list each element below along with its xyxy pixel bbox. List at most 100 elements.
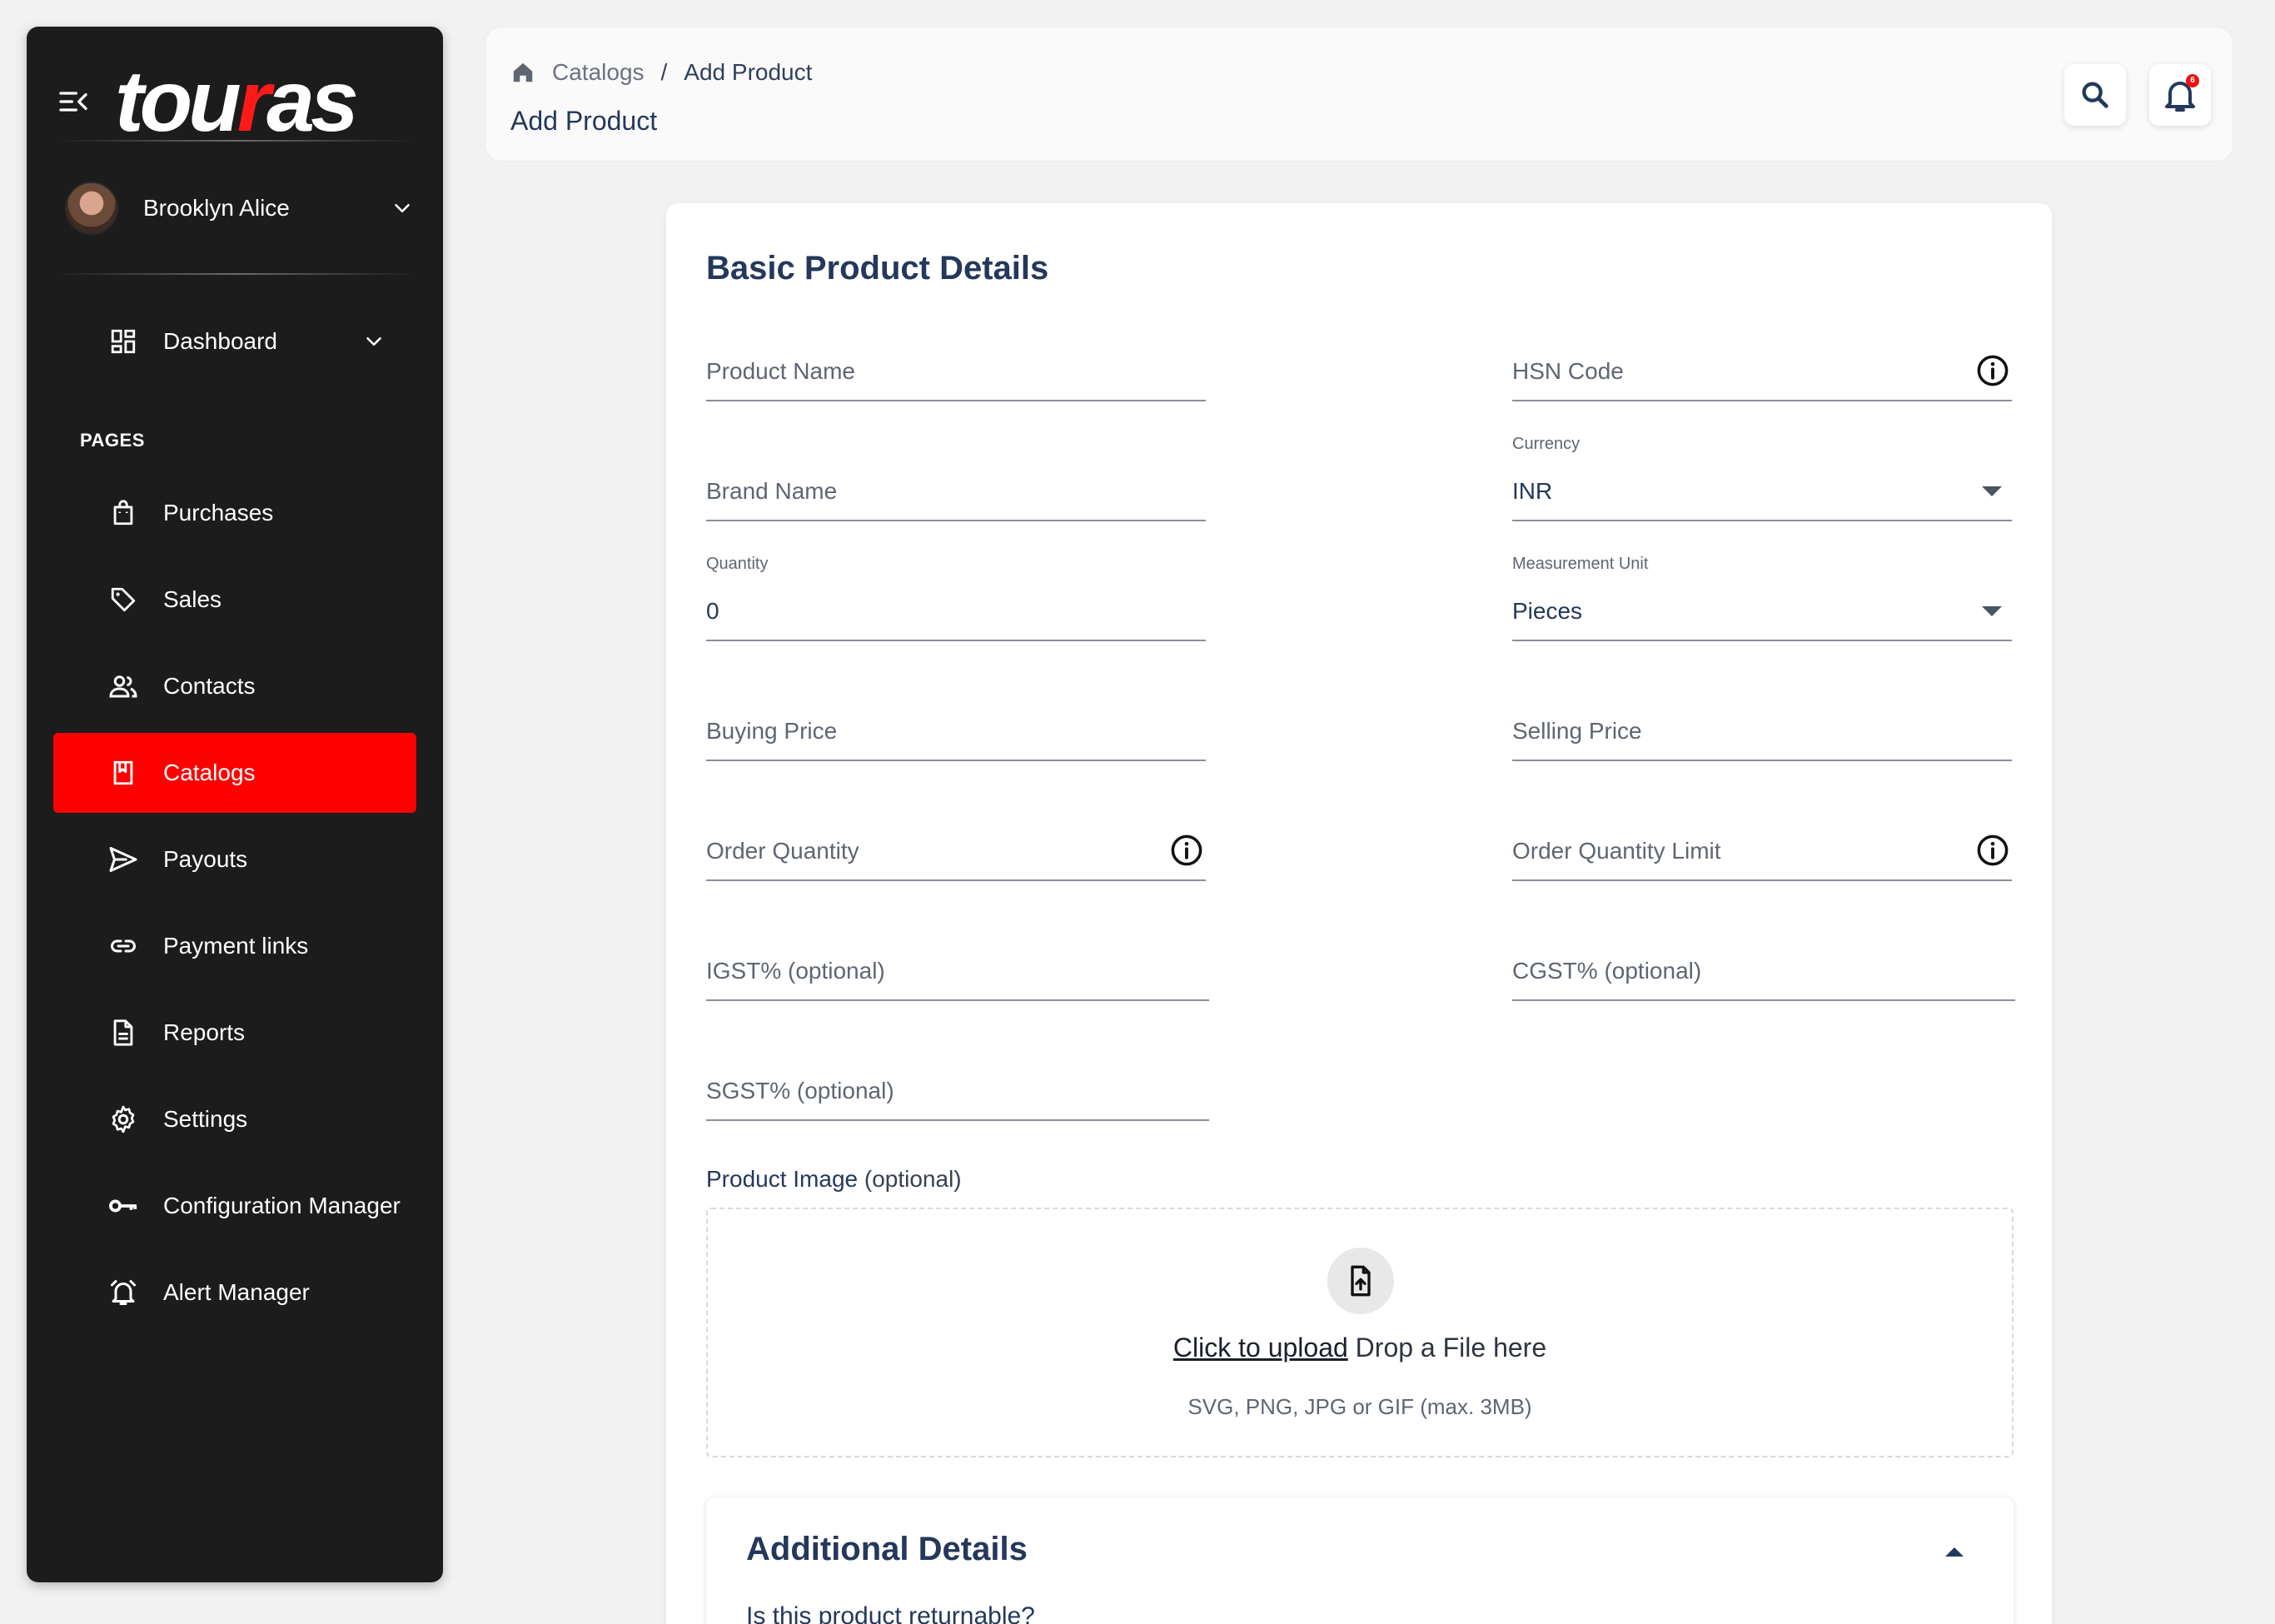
page-title: Add Product	[510, 106, 658, 136]
search-icon	[2082, 82, 2108, 108]
currency-select[interactable]: Currency INR	[1512, 435, 2012, 521]
user-menu[interactable]: Brooklyn Alice	[65, 180, 415, 237]
collapse-caret-icon[interactable]	[1945, 1547, 1964, 1557]
sidebar-item-label: Purchases	[163, 500, 274, 526]
product-name-field[interactable]: Product Name	[706, 351, 1206, 401]
sidebar-divider	[57, 140, 415, 142]
brand-logo[interactable]: touras	[115, 58, 359, 145]
selling-price-placeholder: Selling Price	[1512, 718, 1642, 744]
file-format-hint: SVG, PNG, JPG or GIF (max. 3MB)	[1187, 1394, 1532, 1419]
sidebar-item-settings[interactable]: Settings	[53, 1079, 416, 1159]
additional-details-title: Additional Details	[746, 1531, 1028, 1567]
order-quantity-placeholder: Order Quantity	[706, 838, 859, 864]
currency-value: INR	[1512, 478, 1553, 504]
order-quantity-limit-field[interactable]: Order Quantity Limit	[1512, 831, 2012, 881]
sidebar-item-payouts[interactable]: Payouts	[53, 819, 416, 899]
info-icon[interactable]	[1975, 833, 2010, 868]
breadcrumb-link-catalogs[interactable]: Catalogs	[552, 59, 645, 86]
page-header: Catalogs / Add Product Add Product 6	[485, 27, 2233, 162]
key-icon	[107, 1189, 140, 1223]
sidebar-item-catalogs[interactable]: Catalogs	[53, 733, 416, 813]
alarm-icon	[107, 1276, 140, 1309]
measurement-unit-label: Measurement Unit	[1512, 555, 1649, 573]
chevron-down-icon	[395, 204, 410, 212]
cgst-placeholder: CGST% (optional)	[1512, 958, 1702, 984]
dropdown-caret-icon	[1982, 486, 2002, 496]
breadcrumb-separator: /	[660, 59, 668, 85]
product-form-card: Basic Product Details Product Name HSN C…	[666, 203, 2052, 1624]
order-quantity-field[interactable]: Order Quantity	[706, 831, 1206, 881]
cgst-field[interactable]: CGST% (optional)	[1512, 951, 2015, 1001]
people-icon	[107, 670, 140, 703]
currency-label: Currency	[1512, 435, 1581, 453]
brand-name-field[interactable]: Brand Name	[706, 471, 1206, 521]
dropdown-caret-icon	[1982, 606, 2002, 616]
sidebar-item-label: Reports	[163, 1019, 246, 1045]
document-icon	[107, 1016, 140, 1049]
hsn-code-field[interactable]: HSN Code	[1512, 351, 2012, 401]
sidebar-header: touras	[57, 58, 359, 145]
book-icon	[107, 756, 140, 790]
sidebar-item-label: Payouts	[163, 846, 248, 872]
drop-file-text: Drop a File here	[1347, 1333, 1547, 1362]
logo-text-start: tou	[115, 53, 241, 150]
sidebar-item-label: Alert Manager	[163, 1279, 310, 1305]
sidebar-item-label: Contacts	[163, 673, 256, 699]
notifications-button[interactable]: 6	[2149, 64, 2211, 126]
chevron-down-icon	[366, 337, 381, 346]
sidebar-item-purchases[interactable]: Purchases	[53, 473, 416, 553]
sidebar-item-contacts[interactable]: Contacts	[53, 646, 416, 726]
sidebar: touras Brooklyn Alice Dashboard PAGES Pu…	[27, 27, 443, 1582]
dashboard-icon	[107, 325, 140, 358]
buying-price-placeholder: Buying Price	[706, 718, 838, 744]
notification-badge: 6	[2186, 74, 2199, 87]
send-icon	[107, 843, 140, 876]
home-icon[interactable]	[510, 60, 535, 85]
section-label-pages: PAGES	[80, 430, 145, 451]
upload-file-icon	[1327, 1248, 1394, 1314]
sgst-field[interactable]: SGST% (optional)	[706, 1071, 1209, 1121]
user-name: Brooklyn Alice	[143, 195, 290, 221]
sidebar-item-label: Payment links	[163, 933, 309, 959]
sidebar-item-configuration-manager[interactable]: Configuration Manager	[53, 1166, 416, 1246]
selling-price-field[interactable]: Selling Price	[1512, 711, 2012, 761]
quantity-value: 0	[706, 598, 719, 624]
returnable-question: Is this product returnable?	[746, 1602, 1035, 1624]
sidebar-item-dashboard[interactable]: Dashboard	[53, 301, 416, 381]
buying-price-field[interactable]: Buying Price	[706, 711, 1206, 761]
tag-icon	[107, 583, 140, 616]
product-image-optional: (optional)	[864, 1166, 962, 1192]
product-name-placeholder: Product Name	[706, 358, 855, 384]
gear-icon	[107, 1103, 140, 1136]
sidebar-item-label: Catalogs	[163, 760, 256, 785]
sidebar-divider	[57, 273, 415, 275]
form-title: Basic Product Details	[706, 250, 1049, 286]
search-button[interactable]	[2064, 64, 2126, 126]
file-dropzone[interactable]: Click to upload Drop a File here SVG, PN…	[706, 1208, 2014, 1457]
shopping-bag-icon	[107, 496, 140, 530]
info-icon[interactable]	[1975, 353, 2010, 388]
quantity-label: Quantity	[706, 555, 769, 573]
link-icon	[107, 929, 140, 963]
measurement-unit-select[interactable]: Measurement Unit Pieces	[1512, 555, 2012, 641]
hsn-code-placeholder: HSN Code	[1512, 358, 1624, 384]
dropzone-text: Click to upload Drop a File here	[708, 1333, 2012, 1363]
measurement-unit-value: Pieces	[1512, 598, 1583, 624]
product-image-title: Product Image	[706, 1166, 859, 1192]
info-icon[interactable]	[1169, 833, 1204, 868]
igst-field[interactable]: IGST% (optional)	[706, 951, 1209, 1001]
avatar	[65, 182, 118, 235]
sidebar-item-reports[interactable]: Reports	[53, 993, 416, 1073]
logo-text-accent: r	[236, 53, 271, 150]
sidebar-item-sales[interactable]: Sales	[53, 560, 416, 640]
quantity-field[interactable]: Quantity 0	[706, 555, 1206, 641]
sidebar-item-label: Settings	[163, 1106, 248, 1132]
sidebar-item-payment-links[interactable]: Payment links	[53, 906, 416, 986]
sidebar-item-alert-manager[interactable]: Alert Manager	[53, 1253, 416, 1333]
sidebar-item-label: Configuration Manager	[163, 1193, 401, 1218]
brand-name-placeholder: Brand Name	[706, 478, 838, 504]
collapse-menu-icon[interactable]	[57, 85, 90, 118]
additional-details-panel: Additional Details Is this product retur…	[706, 1497, 2014, 1624]
click-to-upload-link[interactable]: Click to upload	[1173, 1333, 1348, 1362]
breadcrumb: Catalogs / Add Product	[510, 59, 812, 86]
